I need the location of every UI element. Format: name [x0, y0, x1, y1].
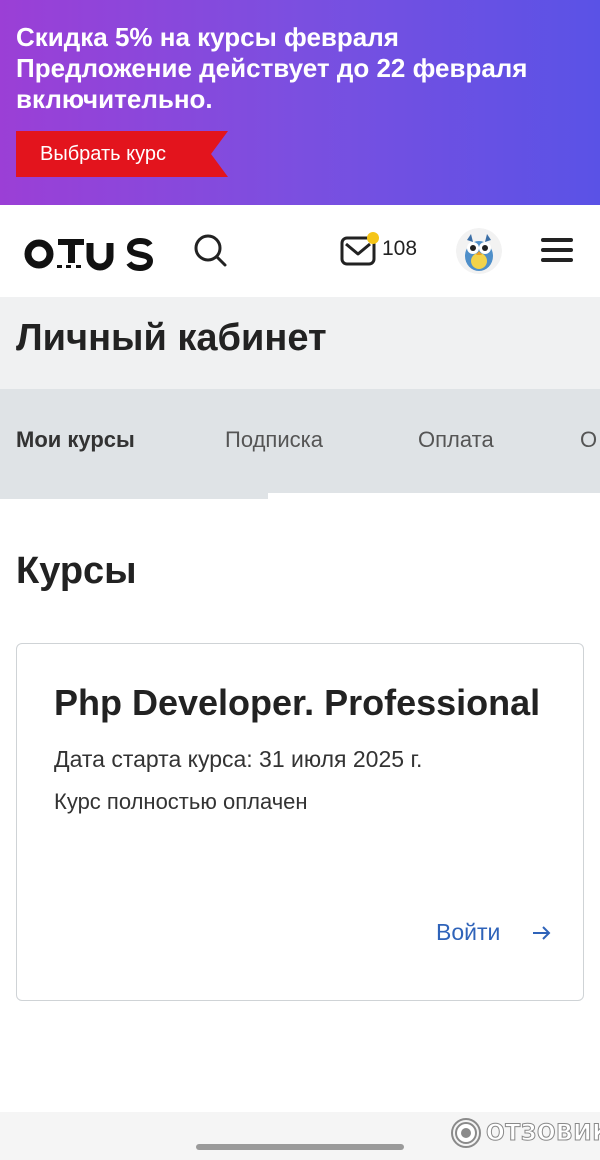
courses-section-title: Курсы — [16, 550, 137, 592]
tab-my-courses[interactable]: Мои курсы — [16, 427, 135, 453]
mail-icon — [340, 232, 379, 266]
tab-subscription[interactable]: Подписка — [225, 427, 323, 453]
otzovik-logo-icon — [451, 1118, 481, 1148]
avatar[interactable] — [456, 228, 502, 274]
watermark-text: ОТЗОВИК — [486, 1120, 600, 1146]
tab-more[interactable]: О — [580, 427, 597, 453]
home-indicator[interactable] — [196, 1144, 404, 1150]
promo-line-3: включительно. — [16, 84, 213, 114]
otzovik-watermark: ОТЗОВИК — [450, 1116, 600, 1150]
menu-icon[interactable] — [540, 236, 574, 264]
site-header — [0, 205, 600, 297]
arrow-right-icon[interactable] — [531, 923, 553, 943]
account-tabs: Мои курсы Подписка Оплата О — [0, 389, 600, 499]
otus-logo[interactable] — [24, 231, 156, 275]
search-icon[interactable] — [192, 232, 228, 268]
page-title: Личный кабинет — [16, 317, 327, 359]
choose-course-button[interactable]: Выбрать курс — [16, 131, 228, 177]
active-tab-indicator — [0, 491, 268, 499]
messages-count: 108 — [382, 237, 418, 260]
title-band: Личный кабинет — [0, 297, 600, 389]
course-card: Php Developer. Professional Дата старта … — [16, 643, 584, 1001]
course-start-date: Дата старта курса: 31 июля 2025 г. — [54, 746, 423, 772]
tab-divider — [268, 493, 600, 499]
tab-payment[interactable]: Оплата — [418, 427, 494, 453]
promo-line-1: Скидка 5% на курсы февраля — [16, 22, 399, 52]
owl-avatar-icon — [456, 228, 502, 274]
course-title: Php Developer. Professional — [54, 682, 541, 723]
course-payment-status: Курс полностью оплачен — [54, 789, 308, 814]
enter-course-link[interactable]: Войти — [436, 919, 500, 946]
promo-line-2: Предложение действует до 22 февраля — [16, 53, 528, 83]
promo-text: Скидка 5% на курсы февраля Предложение д… — [16, 22, 586, 115]
promo-banner: Скидка 5% на курсы февраля Предложение д… — [0, 0, 600, 205]
